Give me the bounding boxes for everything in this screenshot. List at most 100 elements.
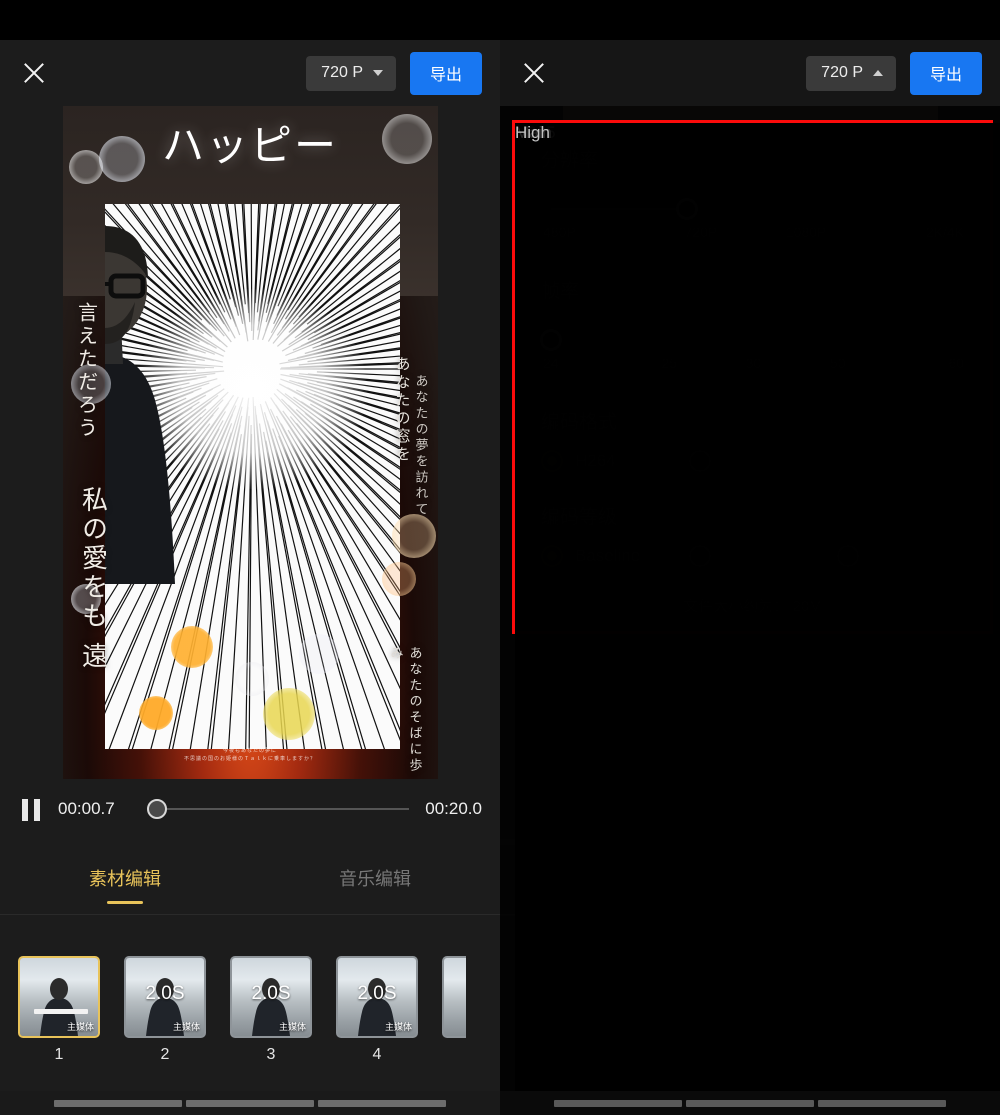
slider-thumb[interactable] [540, 329, 562, 351]
thumbnail-5-partial[interactable] [442, 956, 466, 1038]
thumbnail-4-right[interactable]: 2.0S 主媒体 [836, 956, 918, 1038]
poster-vtext-right3: あなたのそばに歩み [386, 646, 424, 779]
left-transport-bar: 00:00.7 00:20.0 [0, 779, 500, 839]
thumbnail-number: 1 [518, 1046, 600, 1064]
seek-thumb[interactable] [147, 799, 167, 819]
left-phone-screen: 720 P 导出 ハッピー [0, 0, 500, 1115]
thumbnail-1-right[interactable]: 2.0S 主媒体 [518, 956, 600, 1038]
framerate-tick-1[interactable]: 25 [627, 355, 711, 371]
thumbnail-1[interactable]: 主媒体 [18, 956, 100, 1038]
export-button[interactable]: 导出 [910, 52, 982, 95]
seek-slider-left[interactable] [148, 799, 409, 819]
thumbnail-duration: 2.0S [539, 983, 578, 1005]
thumbnail-4[interactable]: 2.0S 主媒体 [336, 956, 418, 1038]
poster-frame: ハッピー [63, 106, 438, 779]
thumbnail-3-right[interactable]: 主媒体 [730, 956, 812, 1038]
framerate-tick-3[interactable]: 50 [796, 355, 880, 371]
tab-music-edit-label: 音乐编辑 [339, 869, 411, 889]
encode-format-options: H264 H265 [541, 450, 964, 472]
right-tab-bar: 素材编辑 音乐编辑 [500, 845, 1000, 915]
list-item-partial[interactable] [442, 956, 466, 1038]
section-gap [541, 240, 964, 276]
resolution-tick-1[interactable]: 720P [648, 224, 753, 240]
tab-music-edit-right[interactable]: 音乐编辑 [750, 845, 1000, 914]
radio-high[interactable]: High [837, 545, 859, 567]
list-item[interactable]: 2.0S 主媒体 4 [336, 956, 418, 1064]
resolution-tick-labels: 480P 720P 1080P 2K/4K [543, 224, 964, 240]
list-item[interactable]: 主媒体 3 [730, 956, 812, 1064]
radio-h264[interactable]: H264 [541, 450, 689, 472]
thumbnail-5-partial-right[interactable] [942, 956, 966, 1038]
nav-back-icon[interactable] [54, 1100, 182, 1107]
resolution-value: 720 P [321, 64, 363, 82]
total-time-left: 00:20.0 [425, 799, 482, 819]
poster-vtext-right2: あなたの夢を訪れて [411, 374, 430, 518]
thumbnail-number: 4 [336, 1046, 418, 1064]
radio-unselected-icon [689, 450, 711, 472]
thumbnail-3[interactable]: 2.0S 主媒体 [230, 956, 312, 1038]
radio-unselected-icon [837, 545, 859, 567]
resolution-slider[interactable] [551, 198, 958, 220]
list-item-partial[interactable] [942, 956, 966, 1038]
resolution-tick-0[interactable]: 480P [543, 224, 648, 240]
thumbnail-trim-bar [34, 1009, 88, 1014]
poster-vtext-left: 言えただろう [73, 302, 102, 440]
slider-thumb[interactable] [676, 198, 698, 220]
framerate-slider[interactable] [551, 329, 958, 351]
radio-h264-label: H264 [575, 451, 616, 471]
seek-track [148, 808, 409, 810]
framerate-section-title: 帧率 [541, 276, 964, 303]
tab-music-edit[interactable]: 音乐编辑 [250, 845, 500, 914]
framerate-tick-4[interactable]: 60 [880, 355, 964, 371]
screenshot-root: 720 P 导出 ハッピー [0, 0, 1000, 1115]
resolution-tick-2[interactable]: 1080P [754, 224, 859, 240]
list-item[interactable]: 2.0S 主媒体 3 [230, 956, 312, 1064]
android-nav-bar-right[interactable] [500, 1091, 1000, 1115]
left-thumbnail-strip[interactable]: 主媒体 1 2.0S 主媒体 2 [0, 916, 500, 1091]
thumbnail-number: 1 [18, 1046, 100, 1064]
thumbnail-2-right[interactable]: 2.0S 主媒体 [624, 956, 706, 1038]
thumbnail-tag: 主媒体 [885, 1020, 912, 1033]
list-item[interactable]: 2.0S 主媒体 1 [518, 956, 600, 1064]
list-item[interactable]: 2.0S 主媒体 4 [836, 956, 918, 1064]
radio-main[interactable]: Main [689, 545, 837, 567]
resolution-dropdown[interactable]: 720 P [306, 56, 396, 91]
right-phone-screen: 00:04.8 00:20.0 素材编辑 音乐编辑 [500, 0, 1000, 1115]
seek-slider-right[interactable] [648, 799, 909, 819]
nav-back-icon[interactable] [554, 1100, 682, 1107]
android-nav-bar-left[interactable] [0, 1091, 500, 1115]
list-item[interactable]: 主媒体 1 [18, 956, 100, 1064]
resolution-tick-3[interactable]: 2K/4K [859, 224, 964, 240]
nav-recents-icon[interactable] [318, 1100, 446, 1107]
close-icon[interactable] [508, 47, 560, 99]
encode-level-title: 编码等级 [541, 502, 964, 529]
nav-recents-icon[interactable] [818, 1100, 946, 1107]
thumbnail-trim-bar [746, 1009, 800, 1014]
right-thumbnail-strip[interactable]: 2.0S 主媒体 1 2.0S 主媒体 2 [500, 916, 1000, 1091]
radio-baseline[interactable]: Baseline [541, 545, 689, 567]
nav-home-icon[interactable] [186, 1100, 314, 1107]
tab-material-edit[interactable]: 素材编辑 [0, 845, 250, 914]
resolution-dropdown-open[interactable]: 720 P [806, 56, 896, 91]
pause-icon[interactable] [18, 796, 44, 822]
tab-material-edit-right[interactable]: 素材编辑 [500, 845, 750, 914]
radio-h265[interactable]: H265 [689, 450, 837, 472]
export-button[interactable]: 导出 [410, 52, 482, 95]
radio-baseline-label: Baseline [575, 546, 640, 566]
thumbnail-duration: 2.0S [251, 983, 290, 1005]
nav-home-icon[interactable] [686, 1100, 814, 1107]
video-preview-area[interactable]: ハッピー [0, 106, 500, 779]
seek-thumb[interactable] [701, 799, 721, 819]
thumbnail-2[interactable]: 2.0S 主媒体 [124, 956, 206, 1038]
framerate-tick-2[interactable]: 30 [711, 355, 795, 371]
current-time-left: 00:00.7 [58, 799, 132, 819]
poster-footer-line2: 不思議の国のお姫様のＴａｌｋに乗車しますか？ [135, 755, 365, 763]
play-icon[interactable] [518, 796, 544, 822]
left-tab-bar: 素材编辑 音乐编辑 [0, 845, 500, 915]
thumbnail-tag: 主媒体 [173, 1020, 200, 1033]
list-item[interactable]: 2.0S 主媒体 2 [124, 956, 206, 1064]
framerate-tick-0[interactable]: 24 [543, 355, 627, 371]
close-icon[interactable] [8, 47, 60, 99]
list-item[interactable]: 2.0S 主媒体 2 [624, 956, 706, 1064]
thumbnail-tag: 主媒体 [673, 1020, 700, 1033]
